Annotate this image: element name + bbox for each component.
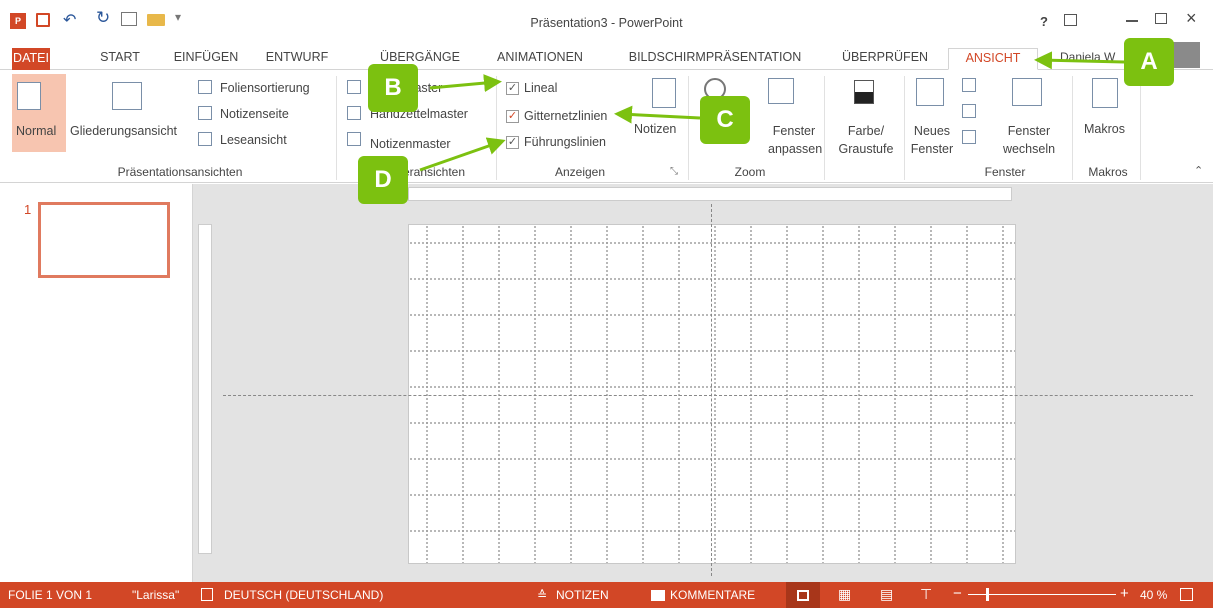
- zoom-level[interactable]: 40 %: [1140, 588, 1167, 602]
- callout-arrow-b: [429, 74, 502, 93]
- theme-name: "Larissa": [132, 588, 180, 602]
- zoom-out-icon[interactable]: −: [953, 585, 962, 602]
- zoom-slider-thumb[interactable]: [986, 588, 989, 601]
- callout-arrow-c: [614, 105, 701, 124]
- slide-sorter-status-icon[interactable]: ▦: [838, 586, 851, 603]
- zoom-slider[interactable]: [968, 594, 1116, 595]
- callout-b: B: [368, 64, 418, 112]
- slideshow-status-icon[interactable]: ⊤: [920, 586, 932, 603]
- callout-c: C: [700, 96, 750, 144]
- notes-toggle-icon[interactable]: ≙: [537, 588, 547, 602]
- notes-toggle[interactable]: NOTIZEN: [556, 588, 609, 602]
- zoom-in-icon[interactable]: +: [1120, 585, 1129, 602]
- callout-arrow-d: [419, 137, 506, 172]
- spellcheck-icon[interactable]: [201, 588, 213, 601]
- callout-a: A: [1124, 38, 1174, 86]
- language-label[interactable]: DEUTSCH (DEUTSCHLAND): [224, 588, 383, 602]
- fit-slide-icon[interactable]: [1180, 588, 1193, 601]
- normal-view-glyph-icon: [797, 590, 809, 601]
- status-bar: FOLIE 1 VON 1 "Larissa" DEUTSCH (DEUTSCH…: [0, 582, 1213, 608]
- comments-toggle[interactable]: KOMMENTARE: [670, 588, 755, 602]
- callout-arrow-a: [1034, 51, 1125, 70]
- callout-arrows: [419, 51, 1125, 172]
- reading-view-status-icon[interactable]: ▤: [880, 586, 893, 603]
- callout-d: D: [358, 156, 408, 204]
- comments-icon[interactable]: [651, 590, 665, 601]
- slide-counter: FOLIE 1 VON 1: [8, 588, 93, 602]
